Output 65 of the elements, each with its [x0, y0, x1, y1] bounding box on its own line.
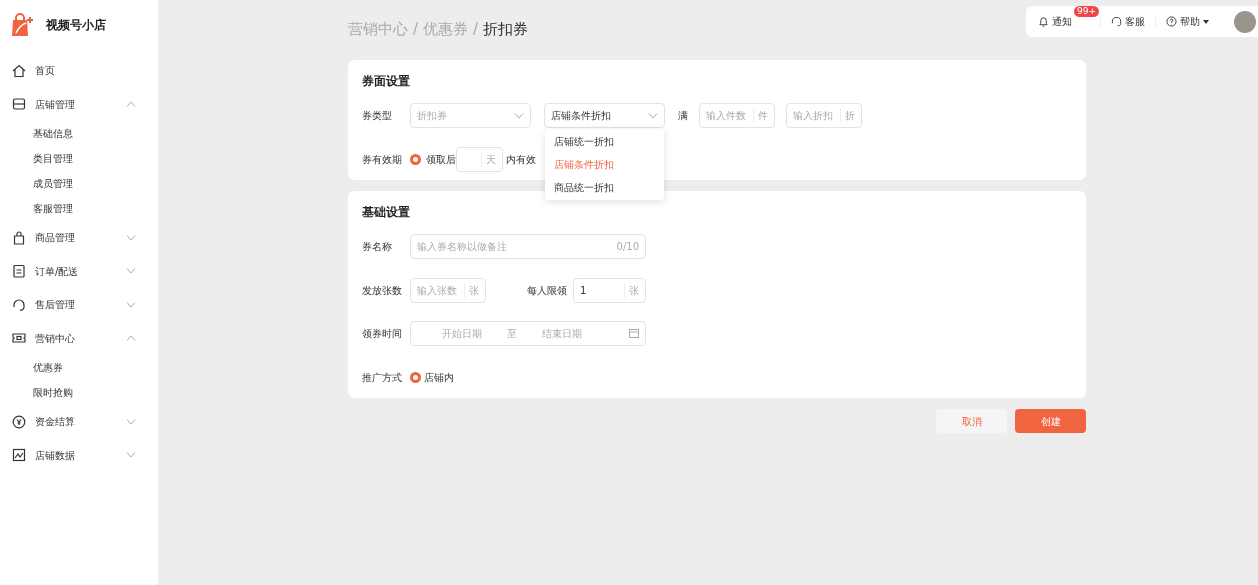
sidebar-subitem[interactable]: 客服管理 [0, 196, 158, 221]
field-label: 发放张数 [362, 284, 403, 298]
sidebar-subitem[interactable]: 限时抢购 [0, 380, 158, 405]
sidebar-item[interactable]: 店铺数据 [0, 438, 158, 472]
section-title: 基础设置 [362, 204, 411, 221]
sidebar-item[interactable]: 资金结算 [0, 405, 158, 439]
brand-name: 视频号小店 [46, 17, 106, 34]
sidebar-item[interactable]: 店铺管理 [0, 87, 158, 121]
full-label: 满 [678, 109, 688, 123]
field-label: 券名称 [362, 240, 393, 254]
calendar-icon [629, 329, 639, 338]
chevron-down-icon [126, 234, 136, 241]
radio-button[interactable] [410, 154, 421, 165]
breadcrumb-separator: / [473, 18, 479, 40]
chart-icon [12, 448, 26, 463]
service-button[interactable]: 客服 [1111, 14, 1145, 29]
bell-icon [1038, 16, 1049, 27]
field-label: 券有效期 [362, 153, 403, 167]
home-icon [12, 63, 26, 78]
chevron-down-icon [126, 418, 136, 425]
bag-icon [12, 230, 26, 245]
dropdown-option[interactable]: 商品统一折扣 [545, 176, 664, 199]
radio-button[interactable] [410, 372, 421, 383]
chevron-up-icon [126, 335, 136, 342]
chevron-down-icon [126, 268, 136, 275]
yen-icon [12, 414, 26, 429]
sidebar-item[interactable]: 首页 [0, 54, 158, 88]
field-label: 领券时间 [362, 327, 403, 341]
breadcrumb-separator: / [413, 18, 419, 40]
headset-icon [1111, 16, 1122, 27]
sidebar-subitem[interactable]: 优惠券 [0, 355, 158, 380]
chevron-down-icon [126, 301, 136, 308]
notification-badge: 99+ [1074, 6, 1099, 17]
section-title: 券面设置 [362, 73, 411, 90]
chevron-up-icon [126, 101, 136, 108]
sidebar-subitem[interactable]: 成员管理 [0, 171, 158, 196]
sidebar-subitem[interactable]: 基础信息 [0, 121, 158, 146]
store-icon [12, 97, 26, 112]
breadcrumb-item: 折扣券 [483, 18, 529, 40]
chevron-down-icon [514, 112, 524, 119]
ticket-icon [12, 331, 26, 346]
sidebar-item[interactable]: 订单/配送 [0, 254, 158, 288]
chevron-down-icon [126, 452, 136, 459]
notification-button[interactable]: 通知 [1038, 14, 1072, 29]
sidebar-item[interactable]: 商品管理 [0, 221, 158, 255]
option-label: 内有效 [506, 153, 536, 167]
avatar[interactable] [1234, 10, 1256, 33]
option-label: 店铺内 [424, 371, 454, 385]
per-person-limit-field[interactable]: 1 张 [573, 278, 646, 303]
sidebar-item[interactable]: 售后管理 [0, 288, 158, 322]
field-label: 推广方式 [362, 371, 403, 385]
caret-icon [1203, 19, 1209, 24]
clipboard-icon [12, 264, 26, 279]
dropdown-option[interactable]: 店铺统一折扣 [545, 130, 664, 153]
shopping-bag-logo-icon [10, 13, 34, 37]
sidebar-item[interactable]: 营销中心 [0, 321, 158, 355]
sidebar-subitem[interactable]: 类目管理 [0, 146, 158, 171]
field-label: 券类型 [362, 109, 393, 123]
chevron-down-icon [648, 112, 658, 119]
field-label: 每人限领 [527, 284, 568, 298]
discount-mode-select[interactable]: 店铺条件折扣 [544, 103, 665, 128]
headset-icon [12, 297, 26, 312]
help-icon [1166, 16, 1177, 27]
option-label: 领取后 [426, 153, 456, 167]
help-button[interactable]: 帮助 [1166, 14, 1209, 29]
